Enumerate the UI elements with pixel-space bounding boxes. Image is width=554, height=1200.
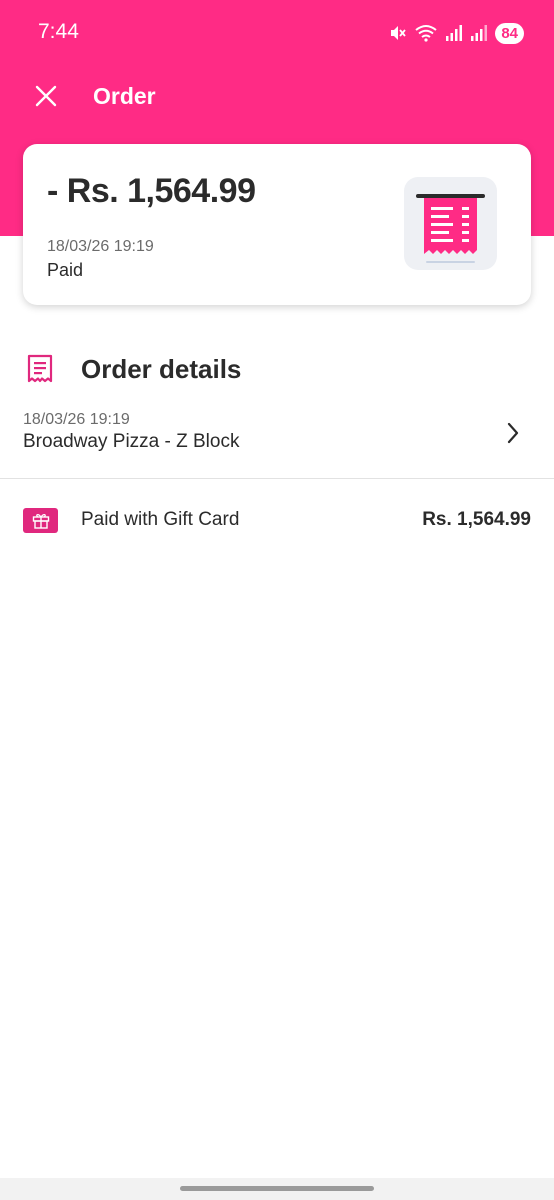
order-details-header: Order details xyxy=(0,345,554,393)
page-title: Order xyxy=(93,83,156,109)
divider xyxy=(0,478,554,479)
section-title: Order details xyxy=(81,354,242,384)
payment-row: Paid with Gift Card Rs. 1,564.99 xyxy=(0,500,554,544)
signal-icon xyxy=(445,24,463,42)
signal-icon-2 xyxy=(470,24,488,42)
chevron-right-icon xyxy=(506,421,520,450)
gift-icon xyxy=(23,508,58,533)
mute-icon xyxy=(389,24,407,42)
receipt-icon xyxy=(404,177,497,270)
home-indicator[interactable] xyxy=(180,1186,374,1191)
order-summary-card: - Rs. 1,564.99 18/03/26 19:19 Paid xyxy=(23,144,531,305)
system-navigation-bar xyxy=(0,1178,554,1200)
payment-method-label: Paid with Gift Card xyxy=(81,509,240,530)
order-detail-row[interactable]: 18/03/26 19:19 Broadway Pizza - Z Block xyxy=(0,400,554,478)
status-time: 7:44 xyxy=(38,20,79,43)
receipt-outline-icon xyxy=(26,354,54,389)
payment-amount: Rs. 1,564.99 xyxy=(422,509,531,530)
close-button[interactable] xyxy=(28,80,64,116)
status-bar: 7:44 84 xyxy=(0,0,554,66)
close-icon xyxy=(35,85,57,112)
order-date: 18/03/26 19:19 xyxy=(47,238,154,255)
battery-indicator: 84 xyxy=(495,22,524,44)
wifi-icon xyxy=(414,24,438,42)
order-amount: - Rs. 1,564.99 xyxy=(47,172,256,210)
order-detail-date: 18/03/26 19:19 xyxy=(23,411,130,428)
status-icons: 84 xyxy=(389,22,524,44)
order-status: Paid xyxy=(47,260,84,280)
restaurant-name: Broadway Pizza - Z Block xyxy=(23,431,240,452)
